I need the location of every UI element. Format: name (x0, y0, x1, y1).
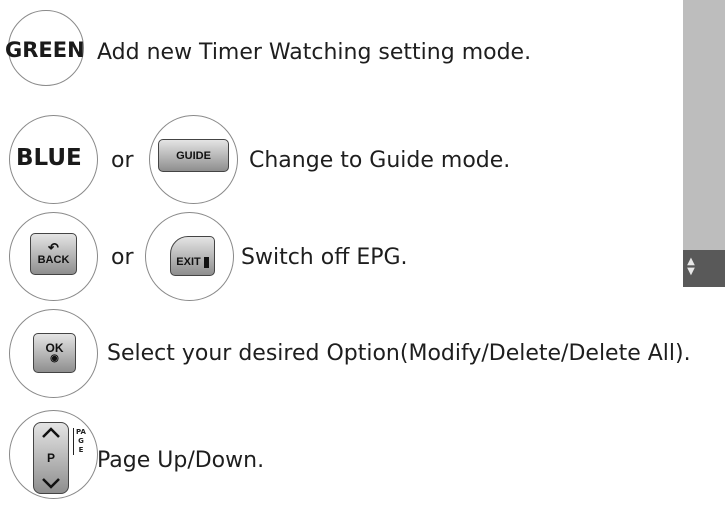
side-panel (683, 0, 725, 287)
ok-description: Select your desired Option(Modify/Delete… (107, 341, 691, 366)
blue-or-text: or (111, 148, 134, 173)
scroll-arrows-icon: ▲ ▼ (687, 256, 695, 277)
exit-door-icon (203, 256, 209, 268)
back-or-text: or (111, 245, 134, 270)
back-button[interactable]: ↶ BACK (30, 233, 77, 275)
guide-button[interactable]: GUIDE (158, 139, 229, 172)
chevron-down-icon (42, 478, 60, 489)
guide-description: Change to Guide mode. (249, 148, 511, 173)
ok-dot-icon: ◉ (50, 353, 59, 364)
exit-description: Switch off EPG. (241, 245, 408, 270)
chevron-up-icon (42, 427, 60, 438)
guide-button-label: GUIDE (176, 149, 211, 162)
back-button-label: BACK (37, 254, 70, 266)
blue-key-label: BLUE (16, 145, 82, 171)
page-side-label: PAGE (73, 428, 86, 455)
back-arrow-icon: ↶ (48, 240, 59, 255)
page-button-label: P (46, 451, 55, 465)
exit-button-label: EXIT (176, 256, 201, 268)
page-description: Page Up/Down. (97, 448, 265, 473)
green-description: Add new Timer Watching setting mode. (97, 40, 532, 65)
page-button[interactable]: P (33, 422, 69, 494)
exit-button[interactable]: EXIT (170, 236, 215, 276)
ok-button[interactable]: OK ◉ (33, 333, 76, 373)
green-key-label: GREEN (5, 38, 85, 62)
